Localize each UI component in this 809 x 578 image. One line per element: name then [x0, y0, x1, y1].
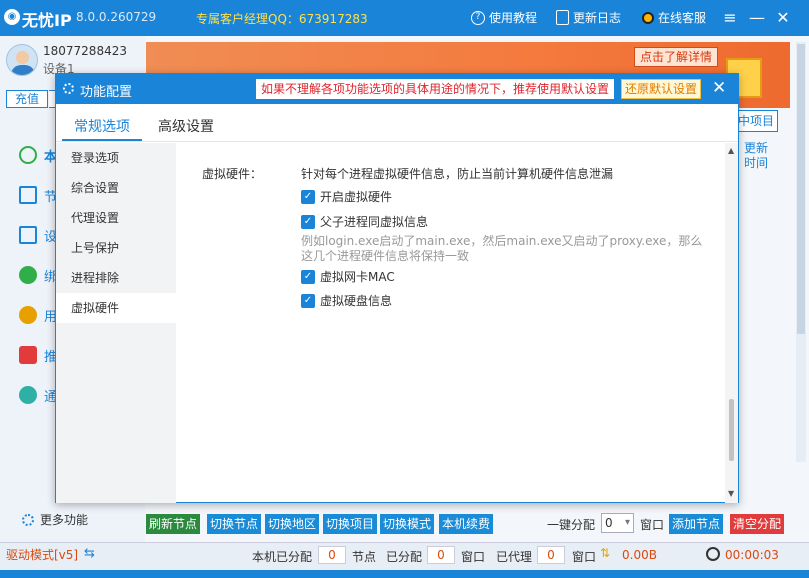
document-icon	[556, 10, 569, 25]
nav-virtual-hardware[interactable]: 虚拟硬件	[56, 293, 176, 323]
dialog-nav: 登录选项 综合设置 代理设置 上号保护 进程排除 虚拟硬件	[56, 143, 176, 503]
tab-advanced[interactable]: 高级设置	[158, 116, 214, 136]
app-version: 8.0.0.260729	[76, 10, 157, 24]
charge-button[interactable]: 充值	[6, 90, 48, 108]
node-label: 节点	[352, 550, 377, 564]
main-scrollbar-thumb[interactable]	[797, 44, 805, 334]
window-label-1: 窗口	[461, 550, 486, 564]
option-label: 虚拟网卡MAC	[320, 270, 395, 284]
nodes-icon	[19, 186, 37, 204]
assigned-label: 本机已分配	[252, 550, 313, 564]
window-label: 窗口	[640, 518, 665, 532]
nav-login[interactable]: 登录选项	[56, 143, 176, 173]
menu-icon[interactable]: ≡	[721, 8, 739, 27]
nav-protect[interactable]: 上号保护	[56, 233, 176, 263]
promote-icon	[19, 346, 37, 364]
device-icon	[19, 226, 37, 244]
restore-default-button[interactable]: 还原默认设置	[621, 79, 702, 99]
user-icon	[19, 306, 37, 324]
close-icon[interactable]: ✕	[774, 8, 792, 27]
option-label: 开启虚拟硬件	[320, 190, 393, 204]
user-phone: 18077288423	[43, 44, 127, 58]
window-label-2: 窗口	[572, 550, 597, 564]
nav-general[interactable]: 综合设置	[56, 173, 176, 203]
switch-region-button[interactable]: 切换地区	[265, 514, 320, 534]
checkbox-checked-icon[interactable]: ✓	[301, 189, 315, 204]
scroll-down-icon[interactable]: ▼	[728, 489, 734, 498]
settings-dialog: 功能配置 如果不理解各项功能选项的具体用途的情况下，推荐使用默认设置 还原默认设…	[55, 73, 739, 503]
bottom-strip	[0, 570, 809, 578]
checkbox-checked-icon[interactable]: ✓	[301, 269, 315, 284]
nav-exclude[interactable]: 进程排除	[56, 263, 176, 293]
update-time-header[interactable]: 更新时间	[744, 141, 772, 171]
option-virtual-disk[interactable]: ✓ 虚拟硬盘信息	[301, 292, 392, 309]
avatar[interactable]	[6, 44, 38, 76]
minimize-icon[interactable]: —	[748, 8, 766, 27]
renew-button[interactable]: 本机续费	[439, 514, 494, 534]
play-icon	[19, 146, 37, 164]
more-functions[interactable]: 更多功能	[22, 511, 88, 528]
nav-proxy[interactable]: 代理设置	[56, 203, 176, 233]
option-virtual-mac[interactable]: ✓ 虚拟网卡MAC	[301, 268, 395, 285]
dialog-scrollbar-thumb[interactable]	[729, 399, 734, 461]
help-icon: ?	[471, 10, 485, 25]
banner-details-button[interactable]: 点击了解详情	[634, 47, 718, 67]
traffic-speed: 0.00B	[622, 548, 657, 562]
app-name: 无忧IP	[22, 11, 72, 30]
tutorial-link[interactable]: ? 使用教程	[471, 9, 537, 26]
project-tab[interactable]: 中项目	[734, 110, 778, 132]
section-title: 虚拟硬件：	[202, 167, 263, 181]
bind-icon	[19, 266, 37, 284]
clear-assign-button[interactable]: 清空分配	[730, 514, 785, 534]
changelog-link[interactable]: 更新日志	[556, 9, 621, 26]
dialog-close-icon[interactable]: ✕	[712, 78, 726, 98]
traffic-arrows-icon: ⇅	[600, 546, 611, 560]
dialog-warning: 如果不理解各项功能选项的具体用途的情况下，推荐使用默认设置	[256, 79, 615, 99]
checkbox-checked-icon[interactable]: ✓	[301, 293, 315, 308]
refresh-nodes-button[interactable]: 刷新节点	[146, 514, 201, 534]
clock-icon	[706, 547, 720, 561]
switch-project-button[interactable]: 切换项目	[323, 514, 378, 534]
dialog-tabs: 常规选项 高级设置	[56, 104, 738, 142]
option-label: 父子进程同虚拟信息	[320, 215, 429, 229]
tutorial-label: 使用教程	[489, 11, 538, 25]
scroll-up-icon[interactable]: ▲	[728, 146, 734, 155]
allocated-label: 已分配	[386, 550, 423, 564]
checkbox-checked-icon[interactable]: ✓	[301, 214, 315, 229]
assigned-value: 0	[318, 546, 346, 564]
changelog-label: 更新日志	[573, 11, 622, 25]
allocated-value: 0	[427, 546, 455, 564]
drive-mode: 驱动模式[v5]	[6, 548, 79, 562]
add-node-button[interactable]: 添加节点	[669, 514, 724, 534]
option-label: 虚拟硬盘信息	[320, 294, 393, 308]
gear-icon	[22, 513, 34, 526]
account-manager-qq[interactable]: 专属客户经理QQ：673917283	[196, 10, 368, 27]
assign-count-select[interactable]: 0	[601, 513, 634, 533]
notice-icon	[19, 386, 37, 404]
section-description: 针对每个进程虚拟硬件信息，防止当前计算机硬件信息泄漏	[301, 167, 614, 181]
headset-icon	[642, 11, 654, 24]
dialog-titlebar: 功能配置 如果不理解各项功能选项的具体用途的情况下，推荐使用默认设置 还原默认设…	[56, 74, 738, 104]
proxied-value: 0	[537, 546, 565, 564]
dialog-title: 功能配置	[80, 85, 133, 100]
active-tab-indicator	[62, 139, 142, 141]
session-timer: 00:00:03	[725, 548, 779, 562]
tab-general[interactable]: 常规选项	[74, 116, 130, 136]
refresh-icon[interactable]: ⇆	[84, 546, 95, 561]
more-functions-label: 更多功能	[40, 513, 89, 527]
proxied-label: 已代理	[496, 550, 533, 564]
online-support-link[interactable]: 在线客服	[642, 9, 706, 26]
option-note: 例如login.exe启动了main.exe，然后main.exe又启动了pro…	[301, 234, 703, 263]
settings-gear-icon	[63, 83, 74, 94]
app-titlebar: ◉ 无忧IP 8.0.0.260729 专属客户经理QQ：673917283 ?…	[0, 0, 809, 36]
logo-icon: ◉	[4, 9, 20, 25]
switch-mode-button[interactable]: 切换模式	[380, 514, 435, 534]
online-support-label: 在线客服	[658, 11, 707, 25]
option-enable-virtual-hardware[interactable]: ✓ 开启虚拟硬件	[301, 188, 392, 205]
one-click-label: 一键分配	[547, 518, 596, 532]
switch-node-button[interactable]: 切换节点	[207, 514, 262, 534]
option-parent-child-same[interactable]: ✓ 父子进程同虚拟信息	[301, 213, 428, 230]
